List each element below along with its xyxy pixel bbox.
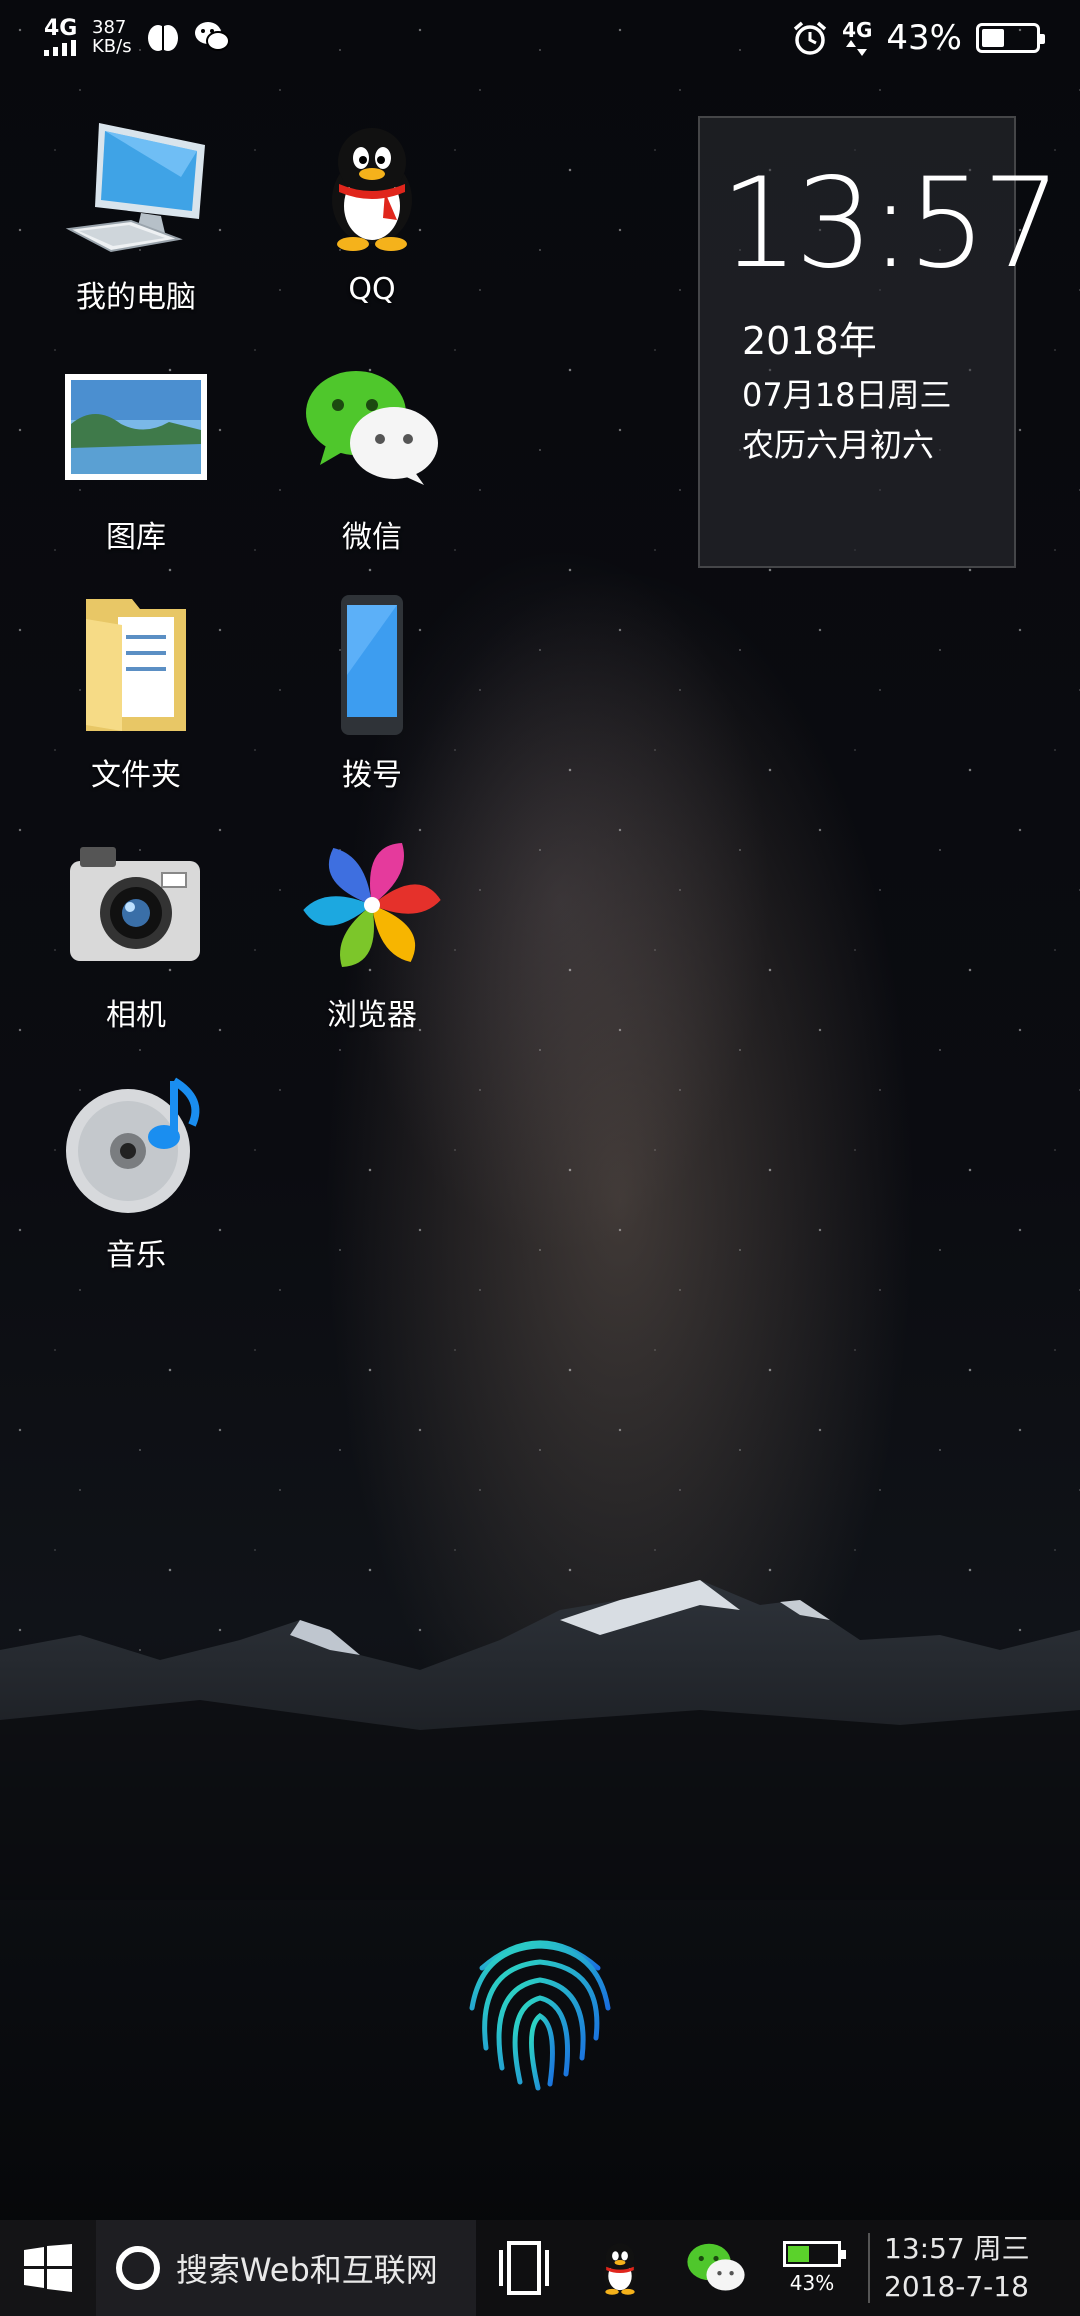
wechat-icon (687, 2243, 745, 2291)
cd-music-icon (66, 1077, 200, 1213)
network-type-label: 4G (44, 16, 78, 41)
qq-penguin-icon (603, 2243, 637, 2295)
folder-icon (86, 599, 186, 731)
app-camera[interactable]: 相机 (36, 830, 236, 1034)
taskbar-clock[interactable]: 13:57 周三 2018-7-18 (878, 2230, 1030, 2306)
network-speed: 387 KB/s (92, 18, 132, 56)
alarm-icon (793, 21, 827, 55)
pinwheel-icon (303, 843, 441, 967)
app-folder[interactable]: 文件夹 (36, 590, 236, 794)
battery-icon (976, 23, 1045, 53)
battery-level-fill (788, 2246, 809, 2262)
widget-date: 07月18日周三 (742, 376, 952, 414)
app-label: 图库 (106, 520, 166, 555)
cortana-icon (116, 2246, 160, 2290)
status-bar-right: 4G 43% (792, 18, 1045, 58)
widget-time: 13:57 (720, 152, 1061, 296)
start-button[interactable] (0, 2220, 96, 2316)
mountain-range-background (0, 1580, 1080, 1900)
taskbar-time: 13:57 周三 (884, 2232, 1030, 2265)
taskbar-date: 2018-7-18 (884, 2270, 1029, 2303)
wechat-notification-icon (194, 22, 230, 51)
app-label: 我的电脑 (76, 280, 196, 315)
data-network-type: 4G (842, 18, 873, 42)
network-speed-unit: KB/s (92, 36, 132, 57)
task-view-icon (499, 2241, 549, 2295)
app-notification-icon (147, 25, 178, 51)
status-bar: 4G 387 KB/s 4G 43% (0, 0, 1080, 82)
search-box[interactable]: 搜索Web和互联网 (96, 2220, 476, 2316)
app-dialer[interactable]: 拨号 (272, 590, 472, 794)
app-qq[interactable]: QQ (272, 112, 472, 307)
signal-indicator: 4G (44, 18, 78, 56)
app-wechat[interactable]: 微信 (272, 352, 472, 556)
app-label: 相机 (106, 998, 166, 1033)
taskbar-wechat[interactable] (668, 2220, 764, 2316)
qq-penguin-icon (332, 128, 412, 251)
taskbar-divider (868, 2233, 870, 2303)
battery-percent: 43% (886, 18, 962, 58)
app-label: 浏览器 (327, 998, 417, 1033)
data-indicator: 4G (842, 20, 872, 56)
app-gallery[interactable]: 图库 (36, 352, 236, 556)
wechat-icon (306, 371, 438, 485)
app-music[interactable]: 音乐 (36, 1070, 236, 1274)
landscape-photo-icon (65, 374, 207, 480)
computer-icon (65, 123, 205, 253)
app-browser[interactable]: 浏览器 (272, 830, 472, 1034)
data-arrows-icon (846, 40, 868, 56)
widget-lunar-date: 农历六月初六 (742, 426, 935, 464)
app-label: QQ (348, 272, 396, 307)
windows-icon (24, 2244, 72, 2292)
search-placeholder: 搜索Web和互联网 (176, 2251, 438, 2289)
battery-level-fill (982, 29, 1005, 47)
fingerprint-icon[interactable] (462, 1928, 618, 2094)
widget-year: 2018年 (742, 319, 877, 363)
taskbar-qq[interactable] (572, 2220, 668, 2316)
status-bar-left: 4G 387 KB/s (44, 18, 230, 56)
taskbar-battery[interactable]: 43% (764, 2220, 860, 2316)
app-label: 音乐 (106, 1238, 166, 1273)
signal-icon (44, 40, 76, 56)
app-label: 微信 (342, 520, 402, 555)
app-my-computer[interactable]: 我的电脑 (36, 112, 236, 316)
app-label: 拨号 (342, 758, 402, 793)
battery-icon (783, 2241, 846, 2267)
taskbar: 搜索Web和互联网 43% 13:57 周三 2018-7-18 (0, 2220, 1080, 2316)
phone-icon (341, 595, 403, 735)
task-view-button[interactable] (476, 2220, 572, 2316)
taskbar-battery-percent: 43% (789, 2271, 835, 2295)
clock-widget[interactable]: 13:57 2018年 07月18日周三 农历六月初六 (698, 116, 1061, 568)
app-label: 文件夹 (91, 758, 181, 793)
network-speed-value: 387 (92, 17, 127, 38)
camera-icon (70, 847, 200, 961)
